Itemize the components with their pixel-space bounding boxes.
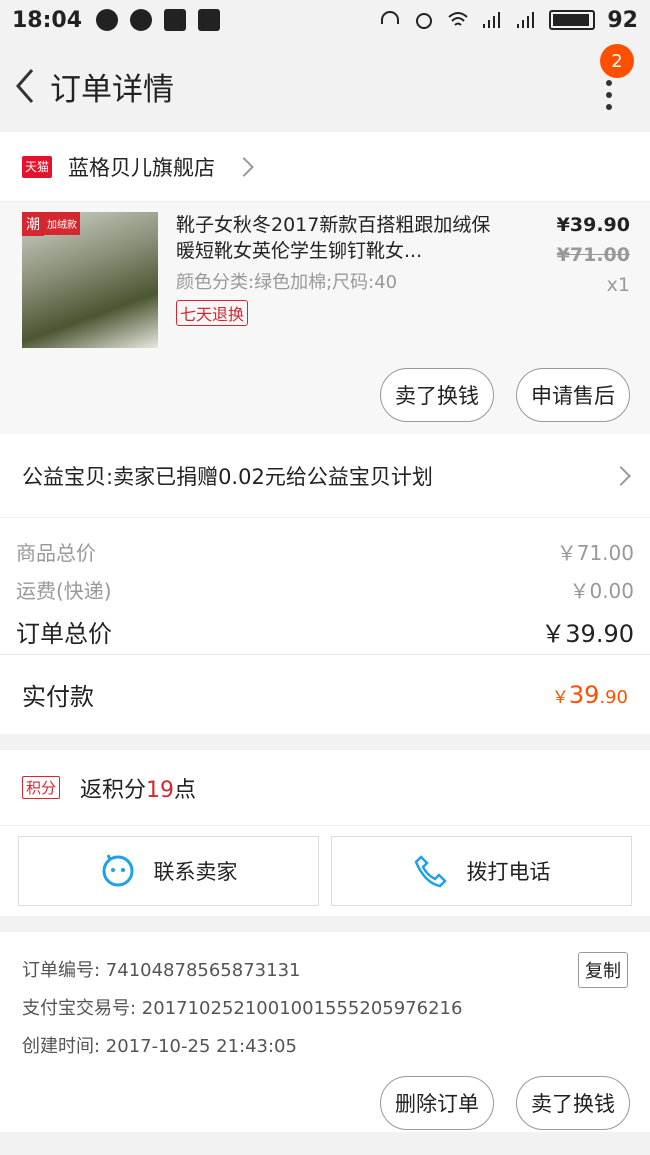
paid-label: 实付款 [22,683,94,711]
created-time: 创建时间: 2017-10-25 21:43:05 [22,1036,297,1057]
call-button[interactable]: 拨打电话 [331,836,632,906]
page-title: 订单详情 [50,71,174,108]
chevron-left-icon [16,69,34,103]
shop-header[interactable]: 天猫 蓝格贝儿旗舰店 [0,132,650,202]
price-summary: 商品总价 ￥71.00 运费(快递) ￥0.00 订单总价 ￥39.90 [0,518,650,654]
paid-row: 实付款 ￥39.90 [0,654,650,734]
product-image[interactable]: 潮 加绒款 [22,212,158,348]
return-policy-badge: 七天退换 [176,300,249,326]
battery-level: 92 [607,7,638,33]
message-icon [198,9,221,31]
headset-icon [381,11,400,24]
chevron-right-icon [611,465,631,486]
product-item[interactable]: 潮 加绒款 靴子女秋冬2017新款百搭粗跟加绒保暖短靴女英伦学生铆钉靴女... … [0,202,650,434]
nav-bar: 订单详情 2 [0,40,650,132]
order-number: 订单编号: 741048785658731​31 [22,960,301,981]
notification-icon [96,9,119,31]
charity-row[interactable]: 公益宝贝:卖家已捐赠0.02元给公益宝贝计划 [0,434,650,518]
product-tag: 潮 [22,212,44,236]
order-total-row: 订单总价 ￥39.90 [16,608,634,654]
goods-total-row: 商品总价 ￥71.00 [16,532,634,570]
order-card: 天猫 蓝格贝儿旗舰店 潮 加绒款 靴子女秋冬2017新款百搭粗跟加绒保暖短靴女英… [0,132,650,734]
notification-badge: 2 [600,44,634,78]
status-bar: 18:04 92 [0,0,650,40]
call-label: 拨打电话 [466,860,551,884]
battery-icon [549,10,596,30]
delete-order-button[interactable]: 删除订单 [380,1076,494,1130]
shipping-label: 运费(快递) [16,578,112,603]
contact-seller-label: 联系卖家 [153,860,238,884]
order-total-value: ￥39.90 [541,619,634,648]
contact-seller-button[interactable]: 联系卖家 [18,836,319,906]
price-original: ¥71.00 [556,244,630,266]
phone-icon [414,855,447,888]
qq-icon [164,9,187,31]
signal-3g-icon [517,12,535,28]
points-text: 返积分19点 [80,777,197,803]
tmall-icon: 天猫 [22,155,52,178]
product-tag-secondary: 加绒款 [44,212,80,235]
paid-amount: ￥39.90 [551,680,628,709]
back-button[interactable] [10,66,40,106]
order-meta: 订单编号: 741048785658731​31 支付宝交易号: 2017102… [0,932,650,1132]
charity-text: 公益宝贝:卖家已捐赠0.02元给公益宝贝计划 [22,464,433,489]
more-menu-icon[interactable] [606,80,614,110]
price-current: ¥39.90 [556,214,630,236]
product-sku: 颜色分类:绿色加棉;尺码:40 [176,272,398,293]
quantity: x1 [606,274,630,296]
sell-button[interactable]: 卖了换钱 [380,368,494,422]
contact-bar: 联系卖家 拨打电话 [0,826,650,916]
app-notification-icon [130,9,153,31]
shipping-row: 运费(快递) ￥0.00 [16,570,634,608]
after-sale-button[interactable]: 申请售后 [516,368,630,422]
status-time: 18:04 [12,7,83,33]
chat-bubble-icon [102,854,133,887]
alarm-icon [416,13,433,29]
alipay-number: 支付宝交易号: 2017102521001001555205976216 [22,998,463,1019]
points-row: 积分 返积分19点 [0,750,650,826]
order-total-label: 订单总价 [16,619,112,648]
shop-name: 蓝格贝儿旗舰店 [68,155,215,180]
signal-icon [483,12,501,28]
copy-button[interactable]: 复制 [578,952,628,988]
goods-total-value: ￥71.00 [556,540,634,565]
points-badge: 积分 [22,776,61,799]
shipping-value: ￥0.00 [569,578,634,603]
goods-total-label: 商品总价 [16,540,96,565]
wifi-icon [448,12,469,26]
sell-button-bottom[interactable]: 卖了换钱 [516,1076,630,1130]
chevron-right-icon [234,156,254,177]
product-title: 靴子女秋冬2017新款百搭粗跟加绒保暖短靴女英伦学生铆钉靴女... [176,214,491,262]
